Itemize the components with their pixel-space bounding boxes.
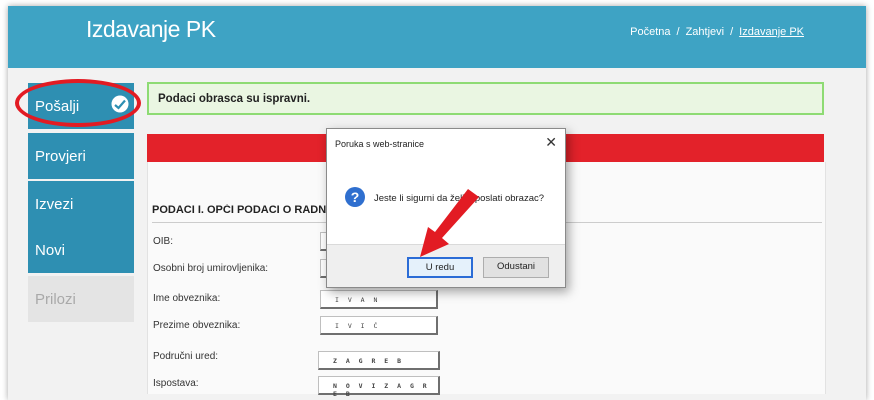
question-icon: ? xyxy=(345,187,365,207)
sidebar-item-izvezi[interactable]: Izvezi xyxy=(28,181,134,227)
success-alert: Podaci obrasca su ispravni. xyxy=(147,82,824,115)
sidebar-item-prilozi: Prilozi xyxy=(28,276,134,322)
cancel-button[interactable]: Odustani xyxy=(483,257,549,278)
close-icon[interactable]: ✕ xyxy=(545,134,557,151)
field-label-ime: Ime obveznika: xyxy=(153,293,221,304)
ok-button[interactable]: U redu xyxy=(407,257,473,278)
ispostava-field[interactable]: N O V I Z A G R E B xyxy=(318,376,440,398)
ime-field[interactable]: I V A N xyxy=(320,290,438,309)
field-label-oib: OIB: xyxy=(153,236,174,247)
breadcrumb-current[interactable]: Izdavanje PK xyxy=(739,26,804,38)
sidebar-item-label: Provjeri xyxy=(35,148,86,165)
page-header: Izdavanje PK Početna / Zahtjevi / Izdavanje … xyxy=(8,6,866,68)
red-arrow-icon xyxy=(416,186,482,260)
field-label-ispostava: Ispostava: xyxy=(153,378,199,389)
breadcrumb-home[interactable]: Početna xyxy=(630,26,670,38)
prezime-field[interactable]: I V I Ć xyxy=(320,316,438,335)
field-label-osobni-broj: Osobni broj umirovljenika: xyxy=(153,263,269,274)
breadcrumb-zahtjevi[interactable]: Zahtjevi xyxy=(686,26,725,38)
sidebar-item-provjeri[interactable]: Provjeri xyxy=(28,133,134,179)
dialog-title: Poruka s web-stranice xyxy=(335,139,425,149)
field-label-podrucni-ured: Područni ured: xyxy=(153,351,219,362)
podrucni-ured-field[interactable]: Z A G R E B xyxy=(318,351,440,370)
section-title: PODACI I. OPĆI PODACI O RADNIKU/OSIGURAN… xyxy=(152,204,330,216)
sidebar-item-label: Novi xyxy=(35,242,66,259)
field-label-prezime: Prezime obveznika: xyxy=(153,320,241,331)
sidebar-item-label: Prilozi xyxy=(35,291,76,308)
highlight-ellipse xyxy=(15,79,141,127)
sidebar-item-label: Izvezi xyxy=(35,196,74,213)
breadcrumb: Početna / Zahtjevi / Izdavanje PK xyxy=(630,26,804,38)
sidebar-item-novi[interactable]: Novi xyxy=(28,227,134,273)
page-title: Izdavanje PK xyxy=(86,16,216,42)
